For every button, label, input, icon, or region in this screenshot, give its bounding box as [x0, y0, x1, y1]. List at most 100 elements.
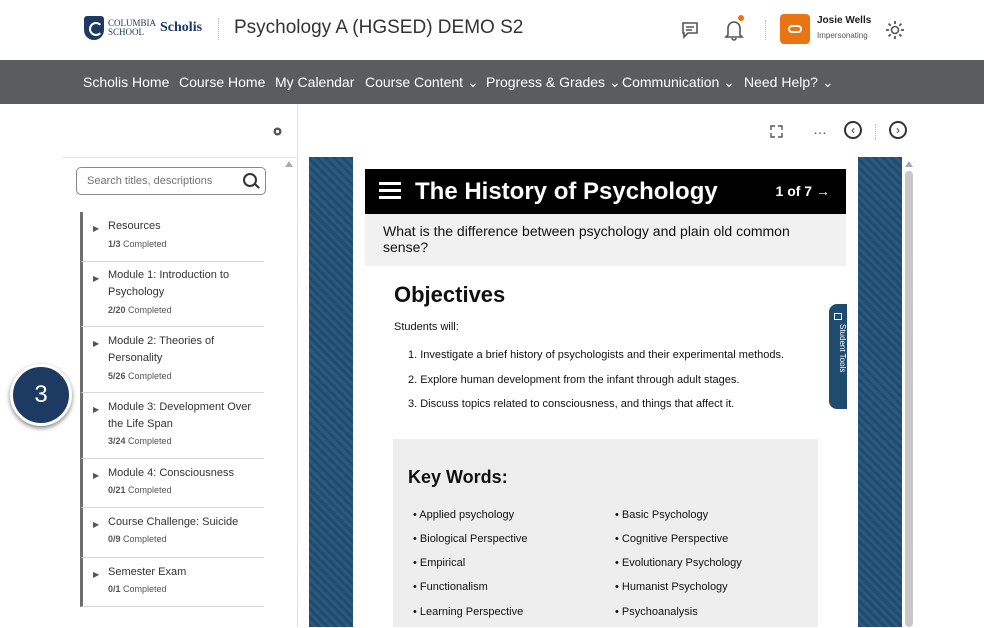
toc-item-module-2[interactable]: ▶ Module 2: Theories of Personality 5/26…	[80, 327, 264, 393]
objectives-heading: Objectives	[394, 282, 506, 307]
hamburger-menu-icon[interactable]	[379, 182, 401, 199]
expand-arrow-icon[interactable]: ▶	[93, 520, 99, 529]
content-toolbar: … ‹ ›	[0, 104, 984, 158]
content-frame-border	[858, 157, 902, 627]
more-options-icon[interactable]: …	[813, 121, 828, 137]
toc-item-module-3[interactable]: ▶ Module 3: Development Over the Life Sp…	[80, 393, 264, 459]
keyword-item: • Evolutionary Psychology	[615, 557, 742, 569]
toc-item-completed: Completed	[128, 436, 172, 446]
toc-item-completed: Completed	[123, 239, 167, 249]
divider	[765, 20, 766, 40]
toc-item-progress: 0/9	[108, 534, 121, 544]
keyword-item: • Applied psychology	[413, 509, 515, 521]
top-header: COLUMBIA SCHOOL Scholis Psychology A (HG…	[0, 0, 984, 60]
nav-scholis-home[interactable]: Scholis Home	[83, 74, 169, 90]
gear-icon[interactable]	[884, 19, 906, 41]
key-words-heading: Key Words:	[408, 467, 508, 487]
toc-item-completed: Completed	[128, 371, 172, 381]
toc-item-completed: Completed	[128, 305, 172, 315]
keyword-item: • Learning Perspective	[413, 606, 524, 618]
expand-arrow-icon[interactable]: ▶	[93, 405, 99, 414]
toolbox-icon	[834, 313, 842, 320]
nav-course-home[interactable]: Course Home	[179, 74, 265, 90]
divider	[218, 18, 220, 40]
page-indicator[interactable]: 1 of 7 →	[776, 183, 830, 199]
toc-item-completed: Completed	[123, 534, 167, 544]
content-frame-border	[309, 157, 353, 627]
objective-item: 3. Discuss topics related to consciousne…	[408, 398, 735, 410]
keyword-item: • Psychoanalysis	[615, 606, 698, 618]
toc-item-title: Module 3: Development Over the Life Span	[108, 401, 252, 430]
previous-topic-icon[interactable]: ‹	[844, 121, 862, 139]
expand-arrow-icon[interactable]: ▶	[93, 224, 99, 233]
toc-item-module-4[interactable]: ▶ Module 4: Consciousness 0/21 Completed	[80, 459, 264, 508]
toc-item-progress: 2/20	[108, 305, 126, 315]
search-icon[interactable]	[243, 173, 257, 187]
toc-item-progress: 0/1	[108, 584, 121, 594]
toc-item-title: Module 1: Introduction to Psychology	[108, 269, 230, 298]
nav-communication[interactable]: Communication ⌄	[622, 74, 735, 91]
keyword-item: • Basic Psychology	[615, 509, 709, 521]
notification-bell-icon[interactable]	[724, 19, 744, 41]
logo-brand: Scholis	[160, 20, 203, 35]
toc-item-course-challenge[interactable]: ▶ Course Challenge: Suicide 0/9 Complete…	[80, 508, 264, 558]
keyword-item: • Humanist Psychology	[615, 581, 728, 593]
notification-dot	[738, 15, 744, 21]
keyword-item: • Cognitive Perspective	[615, 533, 729, 545]
step-number-badge: 3	[10, 364, 72, 426]
toc-item-title: Module 4: Consciousness	[108, 467, 234, 479]
user-status: Impersonating	[817, 31, 868, 40]
course-title[interactable]: Psychology A (HGSED) DEMO S2	[234, 17, 523, 39]
expand-arrow-icon[interactable]: ▶	[93, 274, 99, 283]
student-tools-label: Student Tools	[838, 324, 847, 373]
keyword-item: • Biological Perspective	[413, 533, 528, 545]
toc-item-progress: 3/24	[108, 436, 126, 446]
keyword-item: • Empirical	[413, 557, 466, 569]
toc-item-title: Semester Exam	[108, 566, 187, 578]
toc-item-resources[interactable]: ▶ Resources 1/3 Completed	[80, 212, 264, 262]
user-name[interactable]: Josie Wells	[817, 15, 871, 26]
expand-arrow-icon[interactable]: ▶	[93, 471, 99, 480]
nav-course-content[interactable]: Course Content ⌄	[365, 74, 479, 91]
nav-my-calendar[interactable]: My Calendar	[275, 74, 354, 90]
fullscreen-icon[interactable]	[770, 125, 783, 138]
logo-line2: SCHOOL	[108, 27, 145, 37]
objective-item: 1. Investigate a brief history of psycho…	[408, 349, 785, 361]
objectives-intro: Students will:	[394, 321, 459, 333]
key-words-box: Key Words: • Applied psychology • Biolog…	[393, 439, 818, 627]
keyword-item: • Functionalism	[413, 581, 488, 593]
expand-arrow-icon[interactable]: ▶	[93, 339, 99, 348]
impersonation-avatar-icon[interactable]	[780, 14, 810, 44]
nav-need-help[interactable]: Need Help? ⌄	[744, 74, 834, 91]
toc-search-input[interactable]: Search titles, descriptions	[76, 167, 266, 195]
search-placeholder: Search titles, descriptions	[87, 175, 213, 187]
student-tools-tab[interactable]: Student Tools	[829, 304, 847, 409]
essential-question: What is the difference between psycholog…	[365, 214, 846, 266]
toc-item-completed: Completed	[128, 485, 172, 495]
toc-item-module-1[interactable]: ▶ Module 1: Introduction to Psychology 2…	[80, 262, 264, 327]
toc-item-title: Module 2: Theories of Personality	[108, 335, 215, 364]
lesson-header: The History of Psychology 1 of 7 →	[365, 169, 846, 214]
toc-item-semester-exam[interactable]: ▶ Semester Exam 0/1 Completed	[80, 558, 264, 607]
settings-gear-icon[interactable]	[271, 125, 284, 138]
topic-content: The History of Psychology 1 of 7 → What …	[353, 157, 858, 627]
question-text: What is the difference between psycholog…	[383, 223, 790, 255]
sidebar-scrollbar[interactable]	[285, 160, 293, 627]
nav-progress-grades[interactable]: Progress & Grades ⌄	[486, 74, 621, 91]
toc-item-title: Resources	[108, 220, 161, 232]
message-alerts-icon[interactable]	[680, 20, 702, 42]
crest-icon	[84, 16, 104, 40]
objective-item: 2. Explore human development from the in…	[408, 374, 740, 386]
school-logo[interactable]: COLUMBIA SCHOOL Scholis	[84, 15, 202, 41]
toc-item-progress: 1/3	[108, 239, 121, 249]
next-topic-icon[interactable]: ›	[889, 121, 907, 139]
toc-item-completed: Completed	[123, 584, 167, 594]
lesson-title: The History of Psychology	[415, 178, 718, 205]
expand-arrow-icon[interactable]: ▶	[93, 570, 99, 579]
toc-item-title: Course Challenge: Suicide	[108, 516, 239, 528]
main-navigation: Scholis Home Course Home My Calendar Cou…	[0, 60, 984, 104]
scrollbar-thumb[interactable]	[905, 171, 913, 627]
toc-item-progress: 0/21	[108, 485, 126, 495]
toc-item-progress: 5/26	[108, 371, 126, 381]
divider	[875, 124, 876, 140]
